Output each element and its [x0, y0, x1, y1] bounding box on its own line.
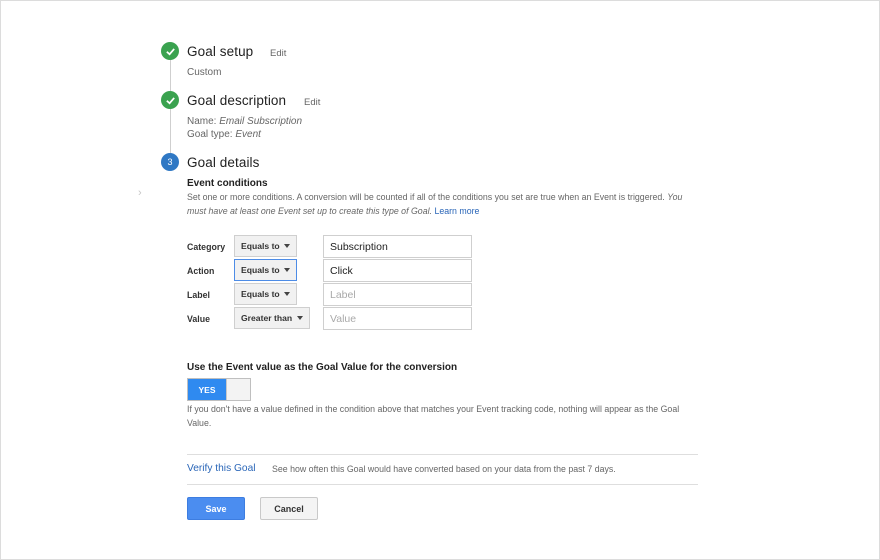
goal-value-help: If you don't have a value defined in the…: [187, 404, 680, 428]
operator-value: Equals to: [241, 241, 280, 251]
edit-goal-description-link[interactable]: Edit: [304, 97, 320, 108]
goal-type-label: Goal type:: [187, 129, 233, 140]
action-value-input[interactable]: [323, 259, 472, 282]
label-operator-select[interactable]: Equals to: [234, 283, 297, 305]
goal-value-heading: Use the Event value as the Goal Value fo…: [187, 362, 458, 373]
divider: [187, 454, 698, 455]
conditions-text: Set one or more conditions. A conversion…: [187, 192, 665, 202]
caret-down-icon: [284, 244, 290, 248]
cancel-button[interactable]: Cancel: [260, 497, 318, 520]
category-value-input[interactable]: [323, 235, 472, 258]
step-number-badge: 3: [161, 153, 179, 171]
check-icon: [161, 42, 179, 60]
caret-down-icon: [284, 268, 290, 272]
chevron-right-icon: ›: [138, 187, 142, 199]
goal-setup-summary: Custom: [187, 67, 222, 78]
goal-type-line: Goal type: Event: [187, 129, 261, 140]
check-icon: [161, 91, 179, 109]
goal-name-value: Email Subscription: [219, 116, 303, 127]
event-conditions-heading: Event conditions: [187, 178, 268, 189]
goal-value-toggle[interactable]: YES: [187, 378, 251, 401]
value-operator-select[interactable]: Greater than: [234, 307, 310, 329]
caret-down-icon: [297, 316, 303, 320]
category-operator-select[interactable]: Equals to: [234, 235, 297, 257]
verify-goal-link[interactable]: Verify this Goal: [187, 463, 256, 474]
divider: [187, 484, 698, 485]
toggle-knob: [226, 379, 250, 400]
condition-label-value: Value: [187, 314, 210, 324]
step-title-goal-details: Goal details: [187, 155, 260, 170]
toggle-yes-label: YES: [188, 379, 226, 400]
timeline-line: [170, 59, 171, 92]
goal-name-label: Name:: [187, 116, 217, 127]
goal-name-line: Name: Email Subscription: [187, 116, 302, 127]
caret-down-icon: [284, 292, 290, 296]
condition-label-category: Category: [187, 242, 226, 252]
condition-label-label: Label: [187, 290, 210, 300]
condition-label-action: Action: [187, 266, 215, 276]
timeline-line: [170, 108, 171, 154]
label-value-input[interactable]: [323, 283, 472, 306]
save-button[interactable]: Save: [187, 497, 245, 520]
step-title-goal-setup: Goal setup: [187, 44, 254, 59]
operator-value: Greater than: [241, 313, 293, 323]
action-operator-select[interactable]: Equals to: [234, 259, 297, 281]
learn-more-link[interactable]: Learn more: [434, 206, 479, 216]
step-title-goal-description: Goal description: [187, 93, 287, 108]
edit-goal-setup-link[interactable]: Edit: [270, 48, 286, 59]
event-conditions-description: Set one or more conditions. A conversion…: [187, 190, 687, 218]
verify-description: See how often this Goal would have conve…: [272, 464, 616, 474]
value-value-input[interactable]: [323, 307, 472, 330]
goal-type-value: Event: [235, 129, 261, 140]
operator-value: Equals to: [241, 289, 280, 299]
operator-value: Equals to: [241, 265, 280, 275]
